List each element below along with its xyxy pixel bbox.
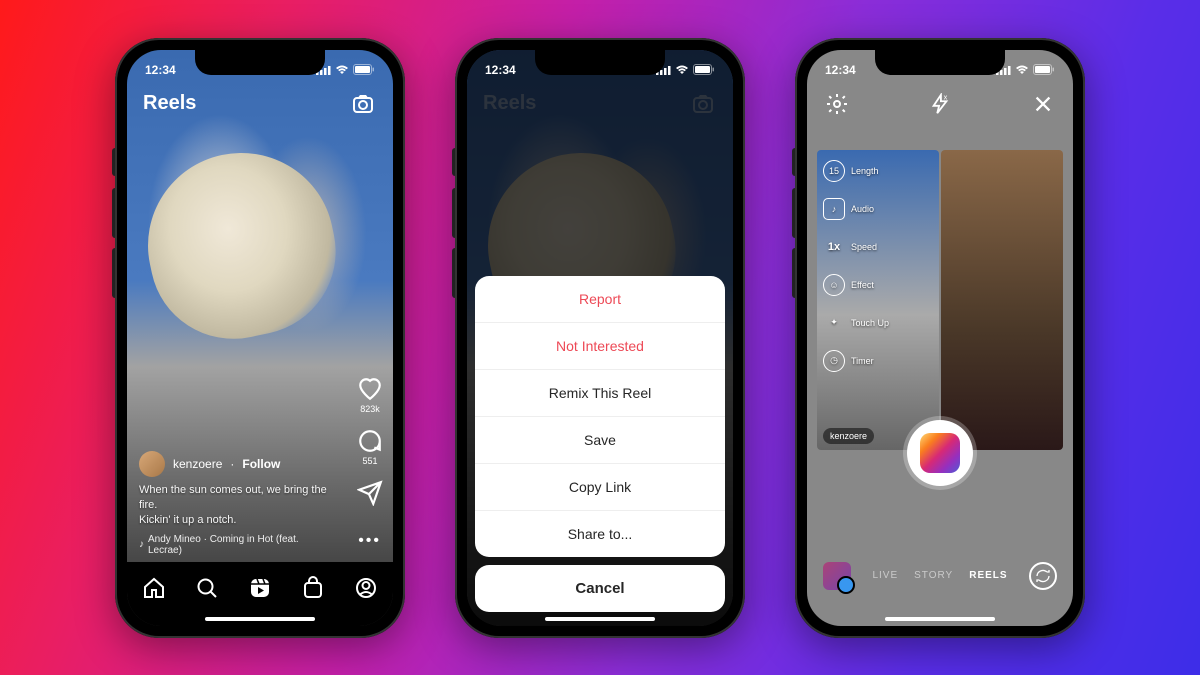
caption-line1: When the sun comes out, we bring the fir… xyxy=(139,484,327,511)
caption[interactable]: When the sun comes out, we bring the fir… xyxy=(139,483,333,528)
status-time: 12:34 xyxy=(145,63,176,77)
status-right xyxy=(996,64,1055,75)
effect-icon: ☺ xyxy=(823,274,845,296)
caption-line2: Kickin' it up a notch. xyxy=(139,514,237,526)
reels-header: Reels xyxy=(127,90,393,118)
screen: 12:34 Reels Report Not Interested Remix … xyxy=(467,50,733,626)
settings-gear-icon[interactable] xyxy=(823,90,851,118)
wifi-icon xyxy=(675,65,689,75)
camera-bottom-bar: LIVE STORY REELS xyxy=(807,556,1073,596)
speed-icon: 1x xyxy=(823,236,845,258)
switch-camera-button[interactable] xyxy=(1029,562,1057,590)
notch xyxy=(535,50,665,75)
action-sheet-group: Report Not Interested Remix This Reel Sa… xyxy=(475,276,725,557)
flash-icon[interactable]: x xyxy=(926,90,954,118)
page-title: Reels xyxy=(143,92,196,115)
wifi-icon xyxy=(1015,65,1029,75)
nav-search-icon[interactable] xyxy=(195,576,219,600)
like-button[interactable]: 823k xyxy=(357,376,383,414)
engagement-rail: 823k 551 xyxy=(357,376,383,506)
action-cancel[interactable]: Cancel xyxy=(475,565,725,612)
action-report[interactable]: Report xyxy=(475,276,725,323)
nav-reels-icon[interactable] xyxy=(248,576,272,600)
home-indicator[interactable] xyxy=(545,617,655,621)
shutter-button[interactable] xyxy=(907,420,973,486)
svg-text:x: x xyxy=(944,93,948,101)
share-button[interactable] xyxy=(357,480,383,506)
mode-live[interactable]: LIVE xyxy=(872,570,898,581)
touchup-icon: ✦ xyxy=(823,312,845,334)
notch xyxy=(875,50,1005,75)
camera-tools: 15 Length ♪ Audio 1x Speed ☺ Effect ✦ Touch U… xyxy=(823,160,889,372)
action-sheet: Report Not Interested Remix This Reel Sa… xyxy=(475,276,725,612)
reel-metadata: kenzoere · Follow When the sun comes out… xyxy=(139,451,333,556)
username[interactable]: kenzoere xyxy=(173,457,222,471)
action-share-to[interactable]: Share to... xyxy=(475,511,725,557)
camera-icon[interactable] xyxy=(349,90,377,118)
remix-live-camera[interactable] xyxy=(941,150,1063,450)
remix-split-view: 15 Length ♪ Audio 1x Speed ☺ Effect ✦ Touch U… xyxy=(817,150,1063,450)
battery-icon xyxy=(693,64,715,75)
action-copy-link[interactable]: Copy Link xyxy=(475,464,725,511)
tool-length-label: Length xyxy=(851,166,879,176)
author-row[interactable]: kenzoere · Follow xyxy=(139,451,333,477)
more-options-button[interactable]: ••• xyxy=(358,532,381,550)
action-save[interactable]: Save xyxy=(475,417,725,464)
audio-attribution[interactable]: ♪ Andy Mineo · Coming in Hot (feat. Lecr… xyxy=(139,534,333,556)
status-right xyxy=(316,64,375,75)
nav-home-icon[interactable] xyxy=(142,576,166,600)
home-indicator[interactable] xyxy=(885,617,995,621)
tool-touchup[interactable]: ✦ Touch Up xyxy=(823,312,889,334)
tool-speed-label: Speed xyxy=(851,242,877,252)
action-not-interested[interactable]: Not Interested xyxy=(475,323,725,370)
reels-shutter-icon xyxy=(920,433,960,473)
comment-button[interactable]: 551 xyxy=(357,428,383,466)
tool-timer-label: Timer xyxy=(851,356,874,366)
screen: 12:34 x 15 Length ♪ Audio xyxy=(807,50,1073,626)
mode-story[interactable]: STORY xyxy=(914,570,953,581)
tool-effect[interactable]: ☺ Effect xyxy=(823,274,889,296)
phone-action-sheet: 12:34 Reels Report Not Interested Remix … xyxy=(455,38,745,638)
action-remix[interactable]: Remix This Reel xyxy=(475,370,725,417)
close-icon[interactable] xyxy=(1029,90,1057,118)
tool-audio[interactable]: ♪ Audio xyxy=(823,198,889,220)
comment-count: 551 xyxy=(362,456,377,466)
shutter-row xyxy=(807,420,1073,486)
nav-shop-icon[interactable] xyxy=(301,576,325,600)
remix-original-clip[interactable]: 15 Length ♪ Audio 1x Speed ☺ Effect ✦ Touch U… xyxy=(817,150,939,450)
status-time: 12:34 xyxy=(485,63,516,77)
status-time: 12:34 xyxy=(825,63,856,77)
capture-mode-tabs: LIVE STORY REELS xyxy=(872,570,1007,581)
photo-content xyxy=(131,136,351,355)
phone-reels-feed: 12:34 Reels 823k 551 xyxy=(115,38,405,638)
tool-length[interactable]: 15 Length xyxy=(823,160,889,182)
wifi-icon xyxy=(335,65,349,75)
audio-label: Andy Mineo · Coming in Hot (feat. Lecrae… xyxy=(148,534,333,556)
phone-reels-camera: 12:34 x 15 Length ♪ Audio xyxy=(795,38,1085,638)
screen: 12:34 Reels 823k 551 xyxy=(127,50,393,626)
tool-effect-label: Effect xyxy=(851,280,874,290)
audio-icon: ♪ xyxy=(823,198,845,220)
avatar[interactable] xyxy=(139,451,165,477)
mode-reels[interactable]: REELS xyxy=(969,570,1007,581)
timer-icon: ◷ xyxy=(823,350,845,372)
nav-profile-icon[interactable] xyxy=(354,576,378,600)
gallery-picker[interactable] xyxy=(823,562,851,590)
home-indicator[interactable] xyxy=(205,617,315,621)
battery-icon xyxy=(353,64,375,75)
separator: · xyxy=(230,457,234,471)
length-icon: 15 xyxy=(823,160,845,182)
follow-button[interactable]: Follow xyxy=(242,457,280,471)
camera-header: x xyxy=(807,90,1073,118)
notch xyxy=(195,50,325,75)
tool-audio-label: Audio xyxy=(851,204,874,214)
like-count: 823k xyxy=(360,404,380,414)
tool-speed[interactable]: 1x Speed xyxy=(823,236,889,258)
tool-touchup-label: Touch Up xyxy=(851,318,889,328)
music-note-icon: ♪ xyxy=(139,539,144,550)
tool-timer[interactable]: ◷ Timer xyxy=(823,350,889,372)
battery-icon xyxy=(1033,64,1055,75)
status-right xyxy=(656,64,715,75)
